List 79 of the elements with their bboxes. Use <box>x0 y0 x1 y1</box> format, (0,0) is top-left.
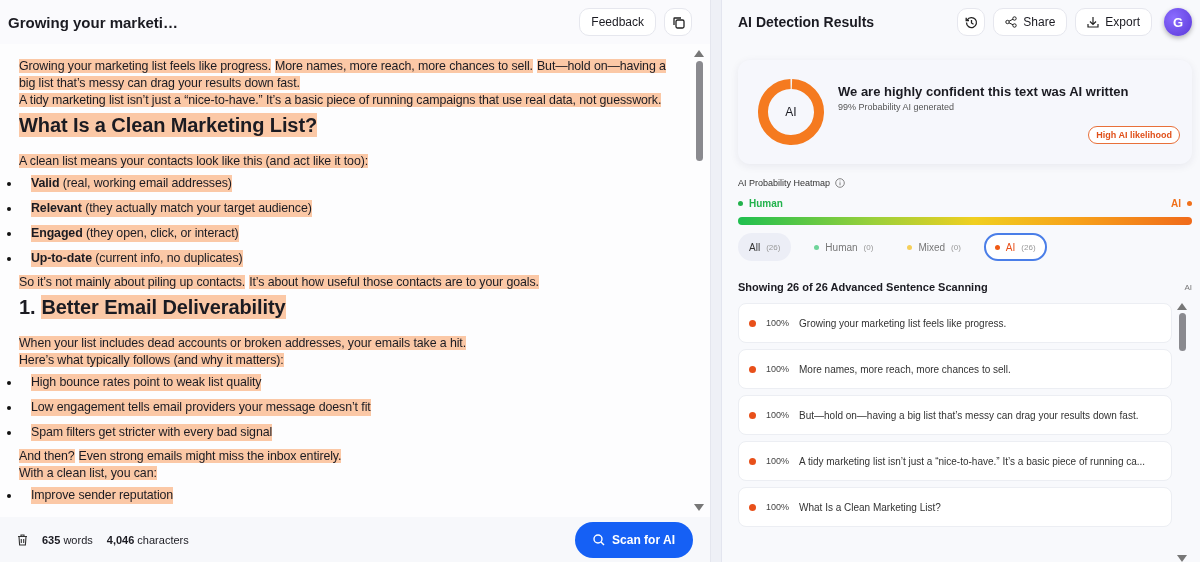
user-avatar[interactable]: G <box>1164 8 1192 36</box>
sentence-percent: 100% <box>766 318 790 328</box>
scroll-down-icon[interactable] <box>1177 555 1187 562</box>
scroll-down-icon[interactable] <box>694 504 704 511</box>
paragraph-text: And then? Even strong emails might miss the inbox entirely. <box>19 448 343 465</box>
probability-text: 99% Probability AI generated <box>838 102 956 112</box>
paragraph-text: With a clean list, you can: <box>19 465 158 482</box>
sentence-row[interactable]: 100% But—hold on—having a big list that’s messy can drag your results down fast. <box>738 395 1172 435</box>
bullet-icon <box>7 430 11 435</box>
scroll-up-icon[interactable] <box>1177 303 1187 310</box>
panel-title: AI Detection Results <box>738 14 875 30</box>
donut-label: AI <box>785 105 797 119</box>
list-title: Showing 26 of 26 Advanced Sentence Scanning <box>738 281 988 293</box>
filter-chip[interactable]: Mixed (0) <box>896 233 972 261</box>
scroll-up-icon[interactable] <box>694 50 704 57</box>
likelihood-badge: High AI likelihood <box>1088 126 1180 144</box>
bullet-text: Low engagement tells email providers your message doesn’t fit <box>31 399 371 416</box>
bullet-text: Relevant (they actually match your target audience) <box>31 200 312 217</box>
sentence-text: But—hold on—having a big list that’s messy can drag your results down fast. <box>799 409 1139 421</box>
sentence-row[interactable]: 100% More names, more reach, more chances to sell. <box>738 349 1172 389</box>
ai-legend: AI <box>1171 198 1192 209</box>
result-headline: We are highly confident this text was AI written <box>838 84 1130 99</box>
sentence-percent: 100% <box>766 410 790 420</box>
paragraph-text: Here’s what typically follows (and why it matters): <box>19 352 285 369</box>
paragraph-text: Growing your marketing list feels like progress. More names, more reach, more chances to sell. But—hold on—having a big list that’s messy can drag your results down fast. <box>19 58 667 92</box>
sentence-percent: 100% <box>766 456 790 466</box>
feedback-button[interactable]: Feedback <box>579 8 656 36</box>
sentence-text: What Is a Clean Marketing List? <box>799 501 941 513</box>
scrollbar-thumb[interactable] <box>695 61 703 161</box>
list-tag: AI <box>1184 282 1192 292</box>
copy-button[interactable] <box>664 8 692 36</box>
sentence-row[interactable]: 100% What Is a Clean Marketing List? <box>738 487 1172 527</box>
bullet-icon <box>7 231 11 236</box>
filter-chip[interactable]: Human (0) <box>803 233 885 261</box>
bullet-icon <box>7 181 11 186</box>
history-icon <box>964 15 978 29</box>
sentence-text: Growing your marketing list feels like progress. <box>799 317 1007 329</box>
bullet-icon <box>7 256 11 261</box>
export-button[interactable]: Export <box>1075 8 1152 36</box>
filter-chip[interactable]: All (26) <box>738 233 792 261</box>
paragraph-text: So it’s not mainly about piling up contacts. It’s about how useful those contacts are to your goals. <box>19 274 540 291</box>
sentence-percent: 100% <box>766 502 790 512</box>
heading-number: 1. <box>19 295 36 319</box>
sentence-percent: 100% <box>766 364 790 374</box>
download-icon <box>1087 16 1100 28</box>
copy-icon <box>671 15 685 29</box>
heatmap-title: AI Probability Heatmap <box>738 178 831 188</box>
search-icon <box>593 533 606 546</box>
sentence-row[interactable]: 100% Growing your marketing list feels like progress. <box>738 303 1172 343</box>
bullet-icon <box>7 206 11 211</box>
bullet-text: Up-to-date (current info, no duplicates) <box>31 250 243 267</box>
sentence-row[interactable]: 100% A tidy marketing list isn’t just a “nice-to-have.” It’s a basic piece of running ca... <box>738 441 1172 481</box>
bullet-icon <box>7 493 11 498</box>
bullet-text: High bounce rates point to weak list quality <box>31 374 262 391</box>
character-count: 4,046 characters <box>106 533 189 546</box>
sentence-text: More names, more reach, more chances to sell. <box>799 363 1011 375</box>
bullet-text: Engaged (they open, click, or interact) <box>31 225 239 242</box>
scan-button[interactable]: Scan for AI <box>575 521 693 558</box>
scrollbar-thumb[interactable] <box>1178 313 1186 351</box>
sentence-text: A tidy marketing list isn’t just a “nice-to-have.” It’s a basic piece of running ca... <box>799 455 1146 467</box>
word-count: 635 words <box>42 533 93 546</box>
bullet-text: Spam filters get stricter with every bad signal <box>31 424 273 441</box>
trash-icon[interactable] <box>17 533 28 546</box>
section-heading: What Is a Clean Marketing List? <box>19 113 318 137</box>
bullet-icon <box>7 380 11 385</box>
section-heading: Better Email Deliverability <box>41 295 286 319</box>
document-title: Growing your marketi… <box>8 13 179 31</box>
share-button[interactable]: Share <box>993 8 1068 36</box>
paragraph-text: A tidy marketing list isn’t just a “nice-to-have.” It’s a basic piece of running campaigns that use real data, not guesswork. <box>19 92 663 109</box>
paragraph-text: A clean list means your contacts look like this (and act like it too): <box>19 153 370 170</box>
bullet-text: Improve sender reputation <box>31 487 174 504</box>
history-button[interactable] <box>957 8 986 36</box>
paragraph-text: When your list includes dead accounts or broken addresses, your emails take a hit. <box>19 335 468 352</box>
share-icon <box>1005 16 1018 28</box>
human-legend: Human <box>738 198 783 209</box>
bullet-icon <box>7 405 11 410</box>
bullet-text: Valid (real, working email addresses) <box>31 175 232 192</box>
filter-chip[interactable]: AI (26) <box>983 233 1047 261</box>
info-icon[interactable] <box>835 178 846 188</box>
